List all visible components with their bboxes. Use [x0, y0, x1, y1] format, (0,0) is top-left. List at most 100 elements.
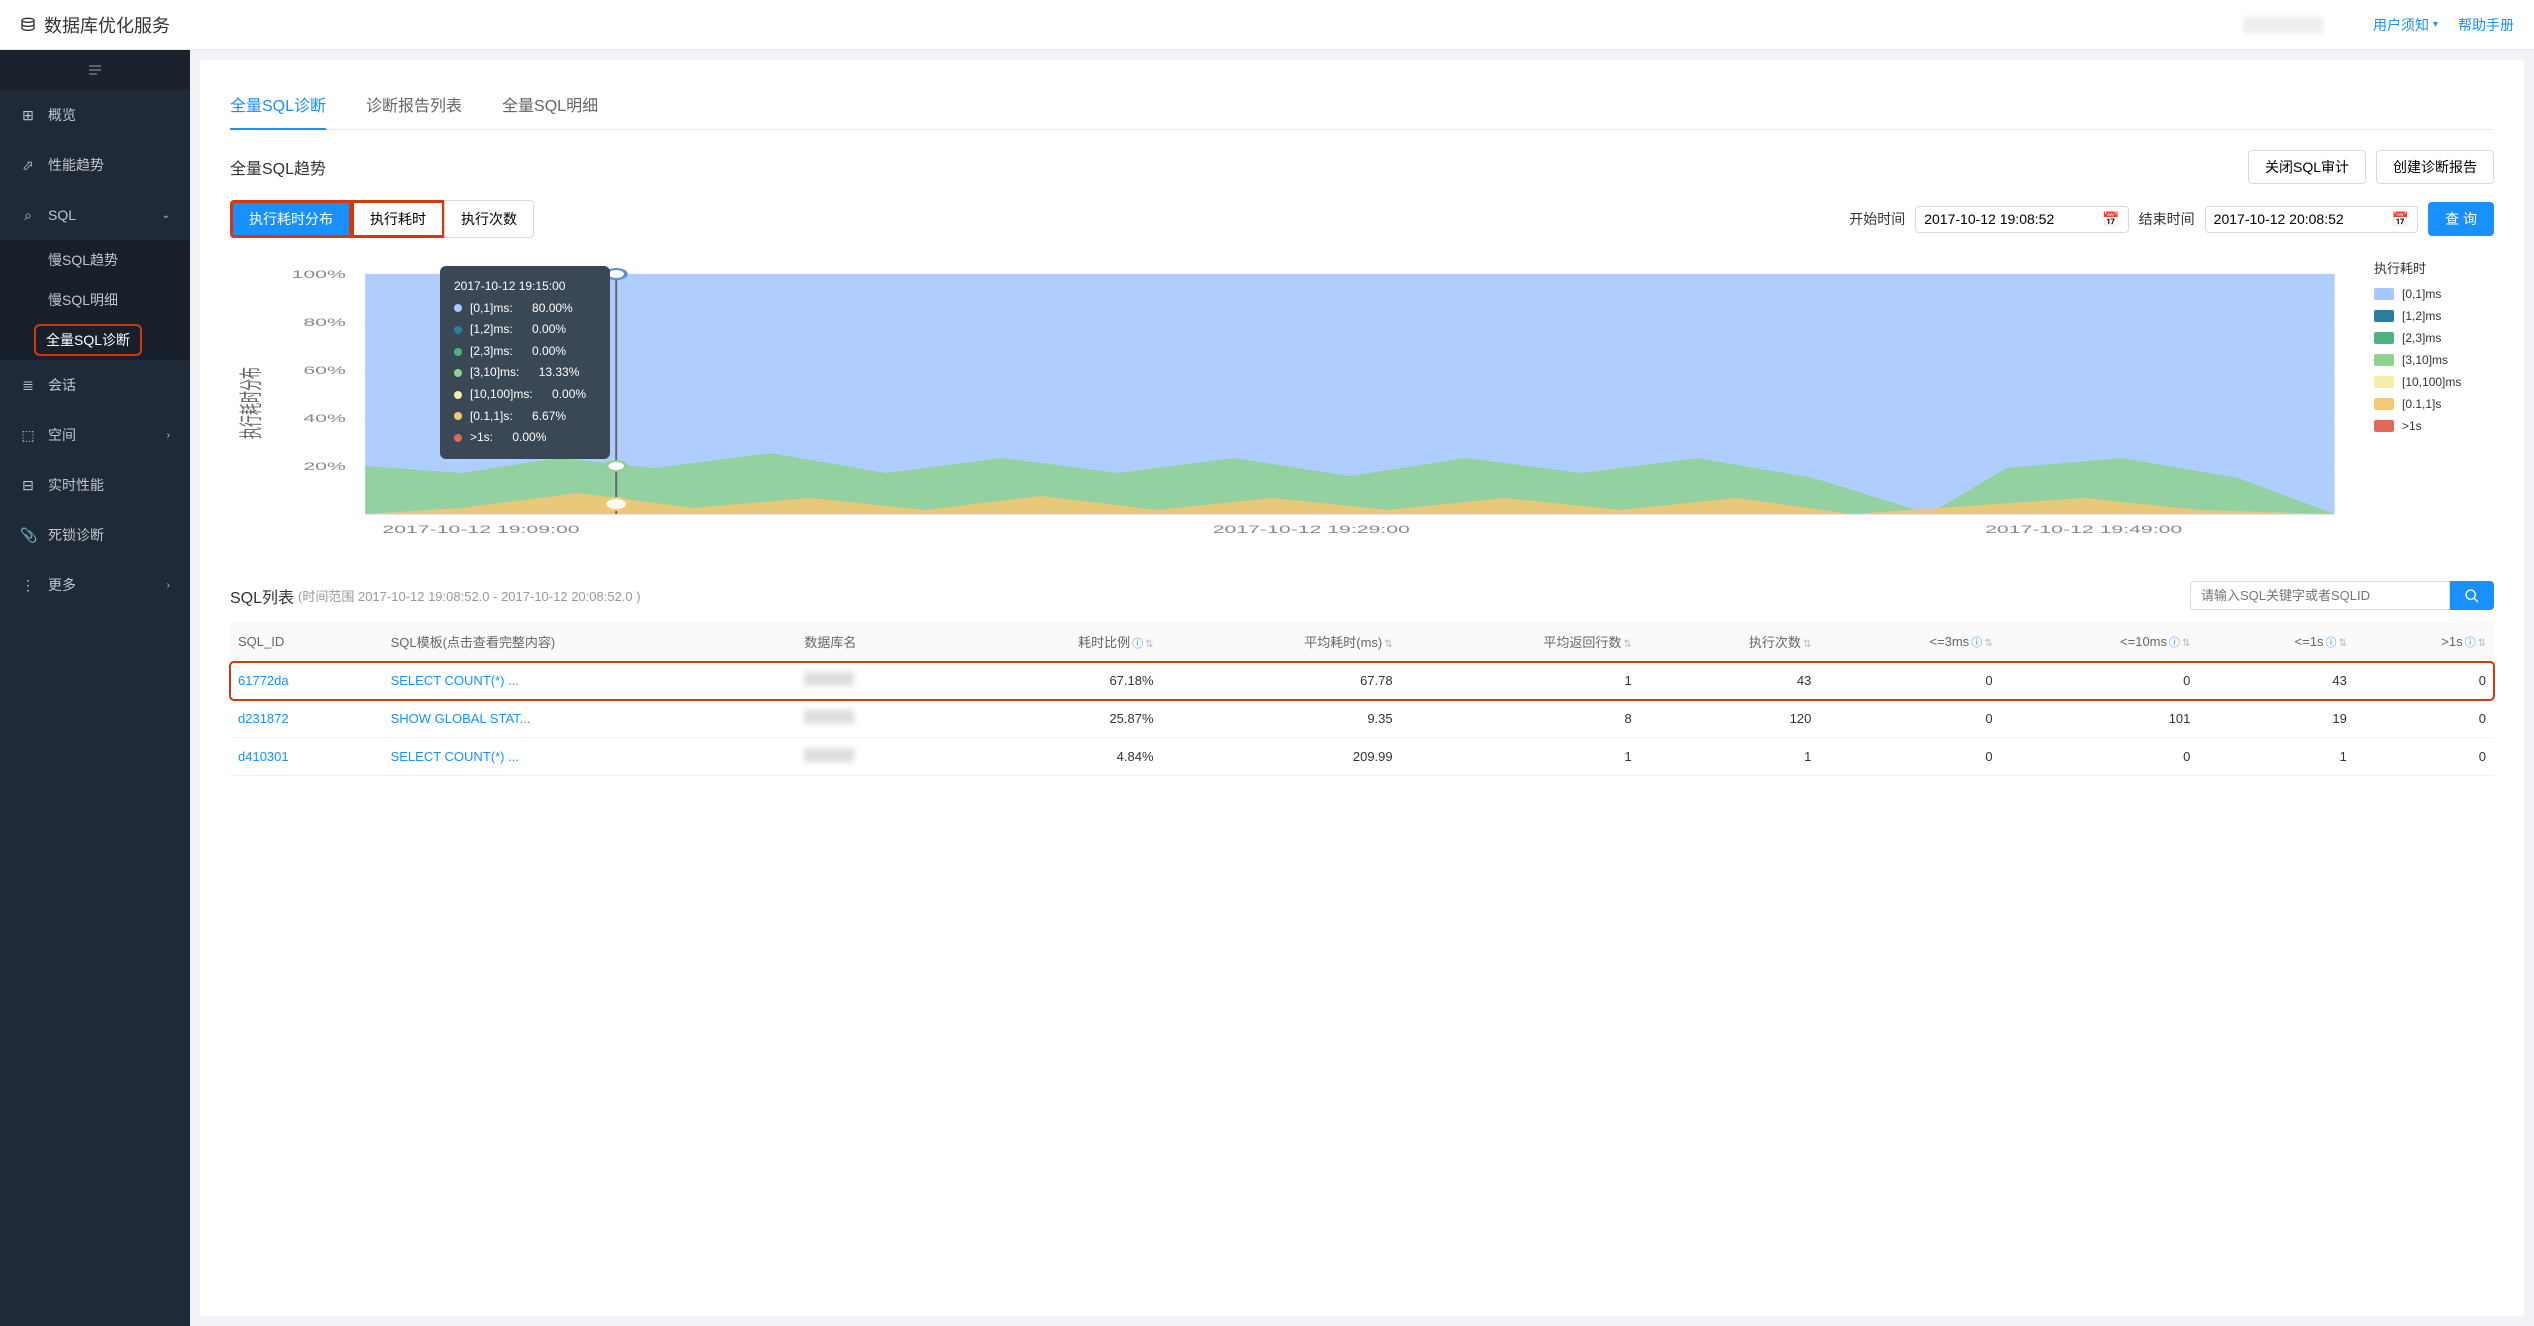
legend-item[interactable]: [0.1,1]s	[2374, 397, 2494, 411]
col-exec[interactable]: 执行次数⇅	[1640, 622, 1820, 662]
legend-label: [10,100]ms	[2402, 375, 2461, 389]
sidebar-item-session[interactable]: ≣会话	[0, 360, 190, 410]
user-notice-link[interactable]: 用户须知▾	[2373, 15, 2438, 35]
sql-id-link[interactable]: d410301	[238, 749, 289, 764]
metric-dist-button[interactable]: 执行耗时分布	[230, 200, 352, 238]
table-row[interactable]: 61772da SELECT COUNT(*) ... 67.18% 67.78…	[230, 662, 2494, 700]
col-gt1s[interactable]: >1sⓘ⇅	[2355, 622, 2494, 662]
sidebar-sub-slow-trend[interactable]: 慢SQL趋势	[0, 240, 190, 280]
svg-text:执行耗时分布: 执行耗时分布	[238, 367, 264, 439]
end-time-input[interactable]: 📅	[2205, 206, 2418, 233]
clip-icon: 📎	[20, 527, 36, 544]
tab-report-list[interactable]: 诊断报告列表	[366, 80, 462, 129]
col-avgrows[interactable]: 平均返回行数⇅	[1401, 622, 1640, 662]
chevron-down-icon: ⌄	[162, 210, 170, 221]
monitor-icon: ⊟	[20, 477, 36, 494]
database-icon	[20, 17, 36, 33]
legend-label: [2,3]ms	[2402, 331, 2441, 345]
sql-id-link[interactable]: 61772da	[238, 673, 289, 688]
search-icon: ⌕	[20, 207, 36, 224]
calendar-icon: 📅	[2392, 211, 2409, 228]
topbar: 数据库优化服务 用户须知▾ 帮助手册	[0, 0, 2534, 50]
chevron-right-icon: ›	[167, 580, 170, 591]
app-title: 数据库优化服务	[44, 12, 170, 38]
tab-full-detail[interactable]: 全量SQL明细	[502, 80, 598, 129]
sidebar-collapse-toggle[interactable]	[0, 50, 190, 90]
metric-time-button[interactable]: 执行耗时	[351, 200, 445, 238]
main-tabs: 全量SQL诊断 诊断报告列表 全量SQL明细	[230, 80, 2494, 130]
col-dbname[interactable]: 数据库名	[796, 622, 952, 662]
sidebar-item-realtime[interactable]: ⊟实时性能	[0, 460, 190, 510]
sidebar-item-deadlock[interactable]: 📎死锁诊断	[0, 510, 190, 560]
more-icon: ⋮	[20, 577, 36, 594]
legend-item[interactable]: [3,10]ms	[2374, 353, 2494, 367]
sidebar-item-performance[interactable]: ⬀性能趋势	[0, 140, 190, 190]
create-report-button[interactable]: 创建诊断报告	[2376, 150, 2494, 184]
legend-label: [1,2]ms	[2402, 309, 2441, 323]
legend-swatch	[2374, 332, 2394, 344]
col-le1s[interactable]: <=1sⓘ⇅	[2198, 622, 2354, 662]
sort-icon: ⇅	[1145, 639, 1153, 650]
help-icon: ⓘ	[1132, 638, 1143, 650]
col-ratio[interactable]: 耗时比例ⓘ⇅	[952, 622, 1161, 662]
svg-text:2017-10-12 19:49:00: 2017-10-12 19:49:00	[1985, 523, 2182, 535]
sidebar-item-space[interactable]: ⬚空间›	[0, 410, 190, 460]
legend-swatch	[2374, 310, 2394, 322]
legend-item[interactable]: [10,100]ms	[2374, 375, 2494, 389]
sidebar-sub-full-diag[interactable]: 全量SQL诊断	[0, 320, 190, 360]
trend-title: 全量SQL趋势	[230, 155, 326, 179]
col-le10[interactable]: <=10msⓘ⇅	[2001, 622, 2199, 662]
svg-text:2017-10-12 19:29:00: 2017-10-12 19:29:00	[1213, 523, 1410, 535]
svg-text:60%: 60%	[303, 364, 346, 376]
filter-row: 执行耗时分布 执行耗时 执行次数 开始时间 📅 结束时间 📅 查 询	[230, 200, 2494, 238]
close-audit-button[interactable]: 关闭SQL审计	[2248, 150, 2366, 184]
tooltip-time: 2017-10-12 19:15:00	[454, 276, 596, 298]
chart-legend: 执行耗时 [0,1]ms[1,2]ms[2,3]ms[3,10]ms[10,10…	[2374, 258, 2494, 551]
query-button[interactable]: 查 询	[2428, 202, 2494, 236]
help-manual-link[interactable]: 帮助手册	[2458, 15, 2514, 35]
tooltip-row: [2,3]ms: 0.00%	[454, 341, 596, 363]
sidebar: ⊞概览 ⬀性能趋势 ⌕SQL⌄ 慢SQL趋势 慢SQL明细 全量SQL诊断 ≣会…	[0, 50, 190, 1326]
start-time-input[interactable]: 📅	[1915, 206, 2128, 233]
sql-search-button[interactable]	[2450, 581, 2494, 610]
sidebar-item-overview[interactable]: ⊞概览	[0, 90, 190, 140]
legend-item[interactable]: >1s	[2374, 419, 2494, 433]
chevron-down-icon: ▾	[2433, 19, 2438, 30]
sql-template-link[interactable]: SELECT COUNT(*) ...	[391, 673, 519, 688]
sidebar-item-sql[interactable]: ⌕SQL⌄	[0, 190, 190, 240]
sql-list-header: SQL列表 (时间范围 2017-10-12 19:08:52.0 - 2017…	[230, 581, 2494, 610]
list-icon: ≣	[20, 377, 36, 394]
legend-swatch	[2374, 398, 2394, 410]
tooltip-row: [3,10]ms: 13.33%	[454, 362, 596, 384]
tooltip-row: [0,1]ms: 80.00%	[454, 298, 596, 320]
legend-item[interactable]: [0,1]ms	[2374, 287, 2494, 301]
sidebar-item-more[interactable]: ⋮更多›	[0, 560, 190, 610]
col-sqlid[interactable]: SQL_ID	[230, 622, 383, 662]
trend-header: 全量SQL趋势 关闭SQL审计 创建诊断报告	[230, 150, 2494, 184]
tab-full-diag[interactable]: 全量SQL诊断	[230, 80, 326, 130]
legend-item[interactable]: [2,3]ms	[2374, 331, 2494, 345]
chart-area[interactable]: 执行耗时分布 100% 80% 60% 40% 20%	[230, 258, 2354, 551]
legend-swatch	[2374, 376, 2394, 388]
sql-template-link[interactable]: SHOW GLOBAL STAT...	[391, 711, 531, 726]
sql-id-link[interactable]: d231872	[238, 711, 289, 726]
svg-text:20%: 20%	[303, 460, 346, 472]
legend-item[interactable]: [1,2]ms	[2374, 309, 2494, 323]
legend-label: [0,1]ms	[2402, 287, 2441, 301]
col-le3[interactable]: <=3msⓘ⇅	[1819, 622, 2000, 662]
metric-count-button[interactable]: 执行次数	[444, 200, 534, 238]
svg-text:100%: 100%	[292, 268, 346, 280]
sql-search-input[interactable]	[2190, 581, 2450, 610]
col-template[interactable]: SQL模板(点击查看完整内容)	[383, 622, 797, 662]
chart-tooltip: 2017-10-12 19:15:00 [0,1]ms: 80.00%[1,2]…	[440, 266, 610, 459]
sidebar-sub-slow-detail[interactable]: 慢SQL明细	[0, 280, 190, 320]
sql-template-link[interactable]: SELECT COUNT(*) ...	[391, 749, 519, 764]
sql-list-subtitle: (时间范围 2017-10-12 19:08:52.0 - 2017-10-12…	[298, 586, 641, 605]
chevron-right-icon: ›	[167, 430, 170, 441]
legend-label: >1s	[2402, 419, 2422, 433]
table-row[interactable]: d231872 SHOW GLOBAL STAT... 25.87% 9.35 …	[230, 700, 2494, 738]
col-avgms[interactable]: 平均耗时(ms)⇅	[1162, 622, 1401, 662]
table-row[interactable]: d410301 SELECT COUNT(*) ... 4.84% 209.99…	[230, 738, 2494, 776]
calendar-icon: 📅	[2102, 211, 2119, 228]
sql-list-title: SQL列表	[230, 584, 294, 608]
